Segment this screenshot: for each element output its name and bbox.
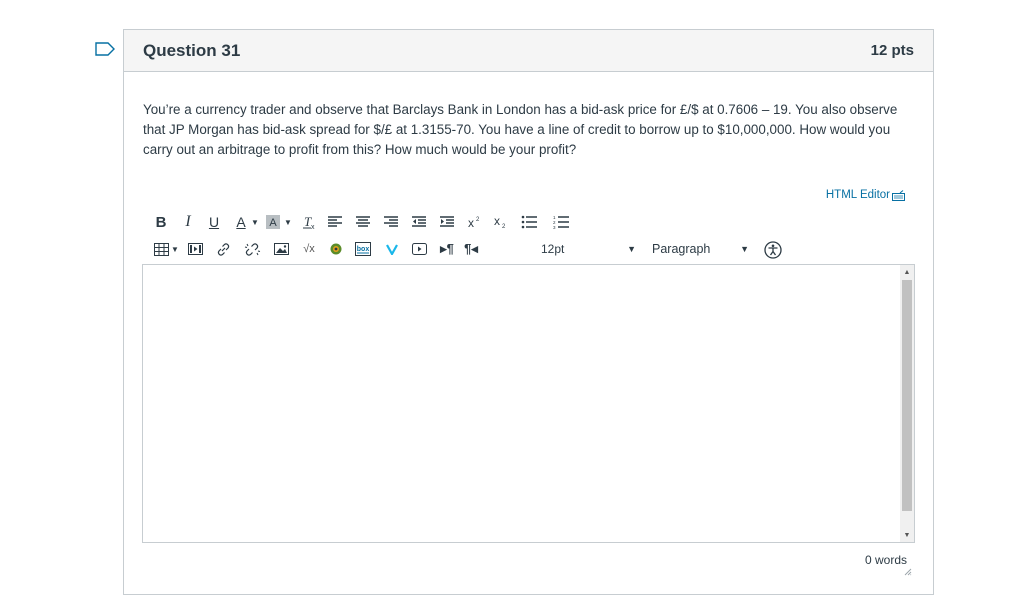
background-color-dropdown-icon[interactable]: ▼ xyxy=(281,213,295,231)
underline-icon[interactable]: U xyxy=(207,213,221,231)
block-format-select[interactable]: Paragraph ▼ xyxy=(652,240,749,258)
question-text: You’re a currency trader and observe tha… xyxy=(143,102,898,157)
text-color-icon[interactable]: A xyxy=(233,213,249,231)
image-icon[interactable] xyxy=(273,240,289,258)
question-card: Question 31 12 pts You’re a currency tra… xyxy=(123,29,934,595)
numbered-list-icon[interactable]: 123 xyxy=(553,213,569,231)
question-header: Question 31 12 pts xyxy=(124,30,933,72)
question-title: Question 31 xyxy=(143,40,241,60)
bullet-list-icon[interactable] xyxy=(521,213,537,231)
svg-text:A: A xyxy=(269,217,277,229)
table-dropdown-icon[interactable]: ▼ xyxy=(169,240,181,258)
scrollbar-thumb[interactable] xyxy=(902,280,912,511)
link-icon[interactable] xyxy=(215,240,231,258)
bold-icon[interactable]: B xyxy=(153,213,169,231)
svg-text:x: x xyxy=(311,224,315,230)
svg-text:3: 3 xyxy=(553,225,556,229)
font-size-select[interactable]: 12pt ▼ xyxy=(541,240,636,258)
clear-formatting-icon[interactable]: Tx xyxy=(301,213,317,231)
table-icon[interactable] xyxy=(153,240,169,258)
question-points: 12 pts xyxy=(870,42,914,59)
media-icon[interactable] xyxy=(187,240,203,258)
editor-scrollbar[interactable]: ▲ ▼ xyxy=(900,265,914,542)
box-icon[interactable]: box xyxy=(355,240,371,258)
outdent-icon[interactable] xyxy=(411,213,427,231)
toolbar-row-2: ▼ √x box ▸¶ ¶◂ xyxy=(153,240,479,258)
superscript-icon[interactable]: x2 xyxy=(467,213,481,231)
unlink-icon[interactable] xyxy=(243,240,261,258)
html-editor-link[interactable]: HTML Editor xyxy=(826,189,905,201)
record-icon[interactable] xyxy=(329,240,343,258)
align-left-icon[interactable] xyxy=(327,213,343,231)
chevron-down-icon: ▼ xyxy=(627,244,636,254)
flag-question-icon[interactable] xyxy=(95,42,115,56)
align-center-icon[interactable] xyxy=(355,213,371,231)
svg-text:2: 2 xyxy=(476,217,480,223)
text-color-dropdown-icon[interactable]: ▼ xyxy=(249,213,261,231)
font-size-value: 12pt xyxy=(541,242,565,256)
background-color-icon[interactable]: A xyxy=(265,213,281,231)
block-format-value: Paragraph xyxy=(652,242,711,256)
word-count: 0 words xyxy=(864,553,907,567)
svg-text:box: box xyxy=(357,246,370,253)
indent-icon[interactable] xyxy=(439,213,455,231)
resize-handle-icon[interactable] xyxy=(904,568,912,576)
align-right-icon[interactable] xyxy=(383,213,399,231)
rich-text-editor[interactable]: ▲ ▼ xyxy=(142,264,915,543)
embed-icon[interactable] xyxy=(411,240,427,258)
scroll-up-icon[interactable]: ▲ xyxy=(900,265,914,279)
ltr-icon[interactable]: ▸¶ xyxy=(439,240,455,258)
scroll-down-icon[interactable]: ▼ xyxy=(900,528,914,542)
html-editor-label: HTML Editor xyxy=(825,189,890,201)
vimeo-icon[interactable] xyxy=(385,240,399,258)
svg-text:x: x xyxy=(468,216,474,229)
keyboard-icon xyxy=(892,189,905,201)
svg-text:x: x xyxy=(494,215,500,228)
math-icon[interactable]: √x xyxy=(301,240,317,258)
svg-text:2: 2 xyxy=(502,224,506,229)
toolbar-row-1: B I U A ▼ A ▼ Tx x 2 x 2 1 2 3 xyxy=(153,213,569,231)
subscript-icon[interactable]: x2 xyxy=(493,213,507,231)
italic-icon[interactable]: I xyxy=(181,213,195,231)
chevron-down-icon: ▼ xyxy=(740,244,749,254)
accessibility-checker-icon[interactable] xyxy=(764,241,782,259)
rtl-icon[interactable]: ¶◂ xyxy=(463,240,479,258)
